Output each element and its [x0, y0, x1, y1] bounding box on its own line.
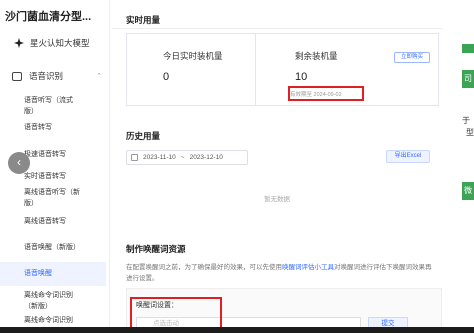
edge-text-2: 型: [466, 128, 474, 137]
green-tag-2: 微: [462, 182, 474, 200]
wake-resource-title: 制作唤醒词资源: [126, 244, 186, 254]
date-end: 2023-12-10: [189, 154, 223, 161]
highlight-box-wake-setting: [130, 297, 222, 330]
edge-text-1: 于: [462, 116, 470, 125]
main-content: 实时用量 今日实时装机量 0 剩余装机量 10 立即购买 有效期至 2024-0…: [112, 0, 442, 333]
wake-description: 在配置唤醒词之前，为了确保最好的效果，可以先使用唤醒词评估小工具对唤醒词进行评估…: [126, 262, 432, 284]
buy-now-button[interactable]: 立即购买: [394, 52, 430, 63]
date-range-picker[interactable]: 2023-11-10 ~ 2023-12-10: [126, 150, 248, 165]
sidebar-item-model[interactable]: 星火认知大模型: [14, 37, 90, 49]
date-start: 2023-11-10: [143, 154, 176, 161]
desc-text: 在配置唤醒词之前，为了确保最好的效果，可以先使用: [126, 264, 282, 271]
sidebar-item-label: 星火认知大模型: [30, 38, 90, 48]
sidebar-item-transcribe[interactable]: 语音转写: [0, 122, 106, 133]
today-stat-card: [126, 33, 256, 106]
sidebar-item-wake-new[interactable]: 语音唤醒（新版）: [0, 242, 106, 253]
sidebar-group-label: 语音识别: [29, 71, 64, 81]
divider: [112, 28, 442, 29]
app-title[interactable]: 沙门菌血清分型...: [5, 8, 91, 24]
sidebar-item-offline-command-new-cont[interactable]: （新版）: [0, 301, 106, 312]
sidebar-item-dictation-stream[interactable]: 语音听写（流式: [0, 95, 106, 106]
realtime-usage-title: 实时用量: [126, 15, 161, 25]
today-value: 0: [163, 71, 170, 83]
collapse-sidebar-button[interactable]: ‹: [8, 152, 30, 174]
green-badge: [462, 44, 474, 53]
spark-icon: [14, 38, 24, 48]
sidebar-item-dictation-stream-cont[interactable]: 版）: [0, 106, 106, 117]
remaining-value: 10: [295, 71, 308, 83]
sidebar-item-offline-dictation[interactable]: 离线语音听写（新: [0, 187, 106, 198]
green-tag-1: 司: [462, 70, 474, 88]
export-excel-button[interactable]: 导出Excel: [386, 150, 430, 163]
taskbar: [0, 327, 474, 333]
history-usage-title: 历史用量: [126, 131, 161, 141]
sidebar-item-offline-command[interactable]: 离线命令词识别: [0, 315, 106, 326]
date-separator: ~: [180, 154, 185, 161]
speech-icon: [12, 71, 22, 81]
sidebar-item-wake[interactable]: 语音唤醒: [0, 262, 106, 286]
calendar-icon: [131, 154, 138, 161]
remaining-label: 剩余装机量: [295, 51, 338, 61]
sidebar-item-offline-dictation-cont[interactable]: 版）: [0, 198, 106, 209]
wake-evaluation-tool-link[interactable]: 唤醒词评估小工具: [282, 264, 334, 271]
empty-state: 暂无数据: [264, 196, 290, 203]
sidebar-item-offline-transcribe[interactable]: 离线语音转写: [0, 216, 106, 227]
sidebar-item-offline-command-new[interactable]: 离线命令词识别: [0, 290, 106, 301]
chevron-up-icon: ⌃: [96, 73, 102, 80]
today-label: 今日实时装机量: [163, 51, 223, 61]
sidebar-group-speech[interactable]: 语音识别 ⌃: [12, 70, 102, 82]
highlight-box-expire: [288, 86, 364, 101]
